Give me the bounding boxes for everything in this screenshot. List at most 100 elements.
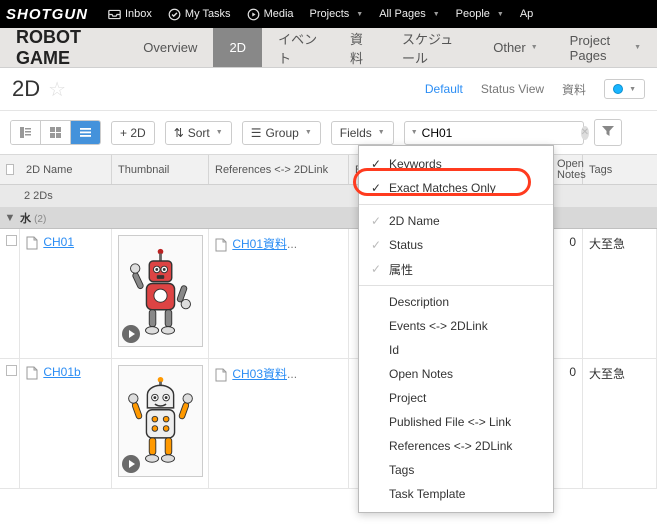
menu-item-attribute[interactable]: ✓属性 xyxy=(359,257,553,281)
cell-name[interactable]: CH01b xyxy=(20,359,112,488)
tab-projectpages[interactable]: Project Pages▼ xyxy=(554,28,657,67)
tab-event[interactable]: イベント xyxy=(262,28,334,67)
nav-projects-label: Projects xyxy=(310,8,350,20)
tab-material[interactable]: 資料 xyxy=(334,28,386,67)
table-row[interactable]: CH01 xyxy=(0,229,657,359)
nav-apps-label: Ap xyxy=(520,8,533,20)
menu-item-description[interactable]: Description xyxy=(359,290,553,314)
page-header: 2D ☆ Default Status View 資料 ▼ xyxy=(0,68,657,111)
tab-other[interactable]: Other▼ xyxy=(477,28,553,67)
menu-item-tags[interactable]: Tags xyxy=(359,458,553,482)
group-row[interactable]: ▼ 水 (2) 0 xyxy=(0,207,657,229)
cell-reference[interactable]: CH03資料... xyxy=(209,359,349,488)
play-icon xyxy=(247,8,260,21)
row-checkbox[interactable] xyxy=(0,359,20,488)
status-indicator[interactable]: ▼ xyxy=(604,79,645,99)
tab-schedule[interactable]: スケジュール xyxy=(386,28,477,67)
checkbox-icon xyxy=(6,164,14,175)
col-2dname[interactable]: 2D Name xyxy=(20,155,112,184)
search-filter-menu: ✓Keywords ✓Exact Matches Only ✓2D Name ✓… xyxy=(358,145,554,513)
separator xyxy=(359,285,553,286)
thumbnail[interactable] xyxy=(118,235,203,347)
checkbox-header[interactable] xyxy=(0,155,20,184)
cell-opennotes: 0 xyxy=(551,359,583,488)
nav-allpages[interactable]: All Pages▼ xyxy=(371,0,447,28)
view-status[interactable]: Status View xyxy=(481,82,544,96)
play-overlay-icon[interactable] xyxy=(122,325,140,343)
add-button[interactable]: + 2D xyxy=(111,121,155,145)
list-view-icon xyxy=(79,126,92,139)
cell-name[interactable]: CH01 xyxy=(20,229,112,358)
nav-mytasks-label: My Tasks xyxy=(185,8,231,20)
table-row[interactable]: CH01b xyxy=(0,359,657,489)
check-icon: ✓ xyxy=(371,262,389,276)
page-icon xyxy=(215,238,227,252)
col-thumbnail[interactable]: Thumbnail xyxy=(112,155,209,184)
table-header-row: 2D Name Thumbnail References <-> 2DLink … xyxy=(0,155,657,185)
view-material[interactable]: 資料 xyxy=(562,81,586,98)
nav-people[interactable]: People▼ xyxy=(448,0,512,28)
group-button[interactable]: ☰Group▼ xyxy=(242,121,321,145)
page-icon xyxy=(215,368,227,382)
nav-allpages-label: All Pages xyxy=(379,8,425,20)
thumbnail[interactable] xyxy=(118,365,203,477)
view-default[interactable]: Default xyxy=(425,82,463,96)
col-references[interactable]: References <-> 2DLink xyxy=(209,155,349,184)
sort-button[interactable]: ⇅Sort▼ xyxy=(165,121,232,145)
summary-row: 2 2Ds 0 xyxy=(0,185,657,207)
menu-item-id[interactable]: Id xyxy=(359,338,553,362)
menu-item-exactmatch[interactable]: ✓Exact Matches Only xyxy=(359,176,553,200)
play-overlay-icon[interactable] xyxy=(122,455,140,473)
menu-item-events2dlink[interactable]: Events <-> 2DLink xyxy=(359,314,553,338)
cell-thumbnail[interactable] xyxy=(112,359,209,488)
search-input[interactable] xyxy=(422,126,577,140)
card-view-icon xyxy=(19,126,32,139)
nav-inbox-label: Inbox xyxy=(125,8,152,20)
col-tags[interactable]: Tags xyxy=(583,155,657,184)
menu-item-project[interactable]: Project xyxy=(359,386,553,410)
check-icon: ✓ xyxy=(371,238,389,252)
nav-mytasks[interactable]: My Tasks xyxy=(160,0,239,28)
search-box[interactable]: ▼ ✕ xyxy=(404,121,584,145)
check-icon: ✓ xyxy=(371,157,389,171)
cell-reference[interactable]: CH01資料... xyxy=(209,229,349,358)
clear-search-icon[interactable]: ✕ xyxy=(581,126,589,140)
view-mode-card[interactable] xyxy=(11,121,41,144)
cell-tags[interactable]: 大至急 xyxy=(583,229,657,358)
nav-projects[interactable]: Projects▼ xyxy=(302,0,372,28)
view-mode-list[interactable] xyxy=(71,121,100,144)
fields-button[interactable]: Fields▼ xyxy=(331,121,394,145)
chevron-down-icon: ▼ xyxy=(497,11,504,18)
nav-inbox[interactable]: Inbox xyxy=(100,0,160,28)
tab-overview[interactable]: Overview xyxy=(127,28,213,67)
brand-logo[interactable]: SHOTGUN xyxy=(6,6,88,23)
cell-thumbnail[interactable] xyxy=(112,229,209,358)
menu-item-tasktemplate[interactable]: Task Template xyxy=(359,482,553,506)
nav-apps[interactable]: Ap xyxy=(512,0,541,28)
menu-item-opennotes[interactable]: Open Notes xyxy=(359,362,553,386)
tab-2d[interactable]: 2D xyxy=(213,28,262,67)
menu-item-2dname[interactable]: ✓2D Name xyxy=(359,209,553,233)
status-dot-icon xyxy=(613,84,623,94)
view-mode-grid[interactable] xyxy=(41,121,71,144)
favorite-star-icon[interactable]: ☆ xyxy=(48,77,66,102)
menu-item-keywords[interactable]: ✓Keywords xyxy=(359,152,553,176)
chevron-down-icon: ▼ xyxy=(629,86,636,93)
filter-button[interactable] xyxy=(594,119,622,146)
chevron-down-icon[interactable]: ▼ xyxy=(411,129,418,136)
grid-view-icon xyxy=(49,126,62,139)
row-checkbox[interactable] xyxy=(0,229,20,358)
separator xyxy=(359,204,553,205)
menu-item-publishedfile[interactable]: Published File <-> Link xyxy=(359,410,553,434)
project-title: ROBOT GAME xyxy=(0,27,127,69)
chevron-down-icon: ▼ xyxy=(634,44,641,51)
col-opennotes[interactable]: OpenNotes xyxy=(551,155,583,184)
checkbox-icon xyxy=(6,235,17,246)
cell-tags[interactable]: 大至急 xyxy=(583,359,657,488)
nav-media[interactable]: Media xyxy=(239,0,302,28)
menu-item-status[interactable]: ✓Status xyxy=(359,233,553,257)
project-bar: ROBOT GAME Overview 2D イベント 資料 スケジュール Ot… xyxy=(0,28,657,68)
summary-count: 2 2Ds xyxy=(0,190,369,202)
group-collapse-icon[interactable]: ▼ xyxy=(0,212,20,224)
menu-item-references2dlink[interactable]: References <-> 2DLink xyxy=(359,434,553,458)
